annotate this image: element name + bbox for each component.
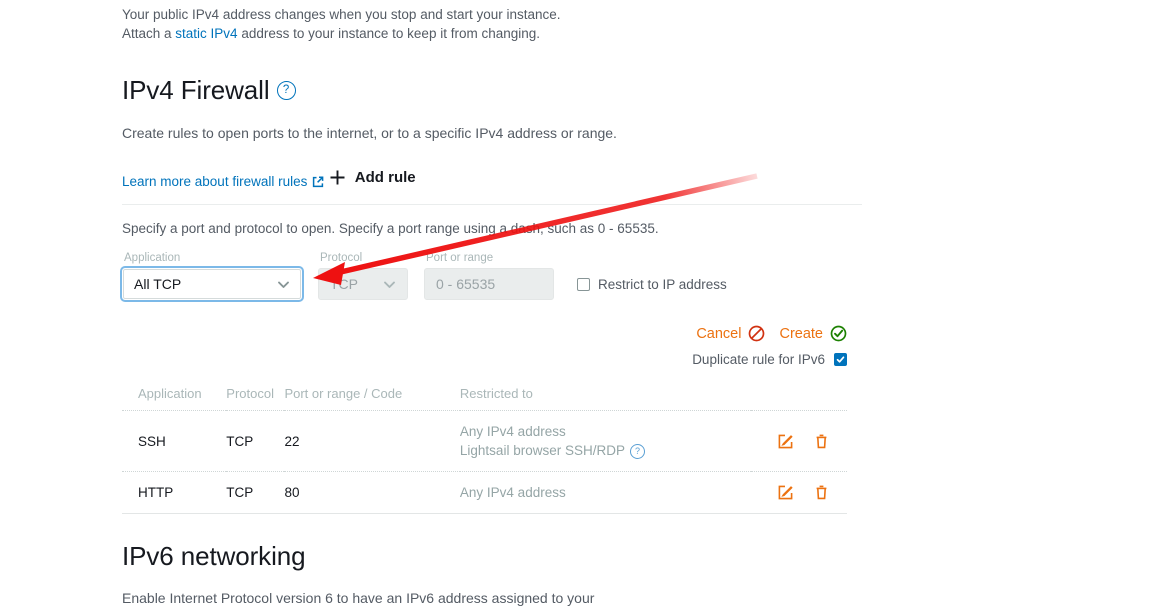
duplicate-ipv6-label: Duplicate rule for IPv6 xyxy=(692,352,825,367)
protocol-label: Protocol xyxy=(320,252,363,264)
add-rule-label: Add rule xyxy=(354,169,416,186)
column-header-port: Port or range / Code xyxy=(284,386,460,411)
external-link-icon xyxy=(312,176,324,188)
rule-form: Application All TCP Protocol TCP Port or… xyxy=(122,252,862,300)
table-row: HTTP TCP 80 Any IPv4 address xyxy=(122,471,847,514)
intro-line-1: Your public IPv4 address changes when yo… xyxy=(122,7,561,22)
protocol-select: TCP xyxy=(318,268,408,300)
static-ipv4-link[interactable]: static IPv4 xyxy=(175,26,237,41)
application-select[interactable]: All TCP xyxy=(122,268,302,300)
duplicate-ipv6-row[interactable]: Duplicate rule for IPv6 xyxy=(122,352,847,367)
form-hint: Specify a port and protocol to open. Spe… xyxy=(122,221,659,236)
trash-icon[interactable] xyxy=(813,484,830,501)
cancel-label: Cancel xyxy=(696,325,742,342)
restricted-secondary-label: Lightsail browser SSH/RDP xyxy=(459,443,625,458)
port-input: 0 - 65535 xyxy=(424,268,554,300)
page-title: IPv4 Firewall ? xyxy=(122,75,862,106)
cancel-button[interactable]: Cancel xyxy=(696,325,765,342)
restricted-primary: Any IPv4 address xyxy=(459,485,566,500)
port-field: Port or range 0 - 65535 xyxy=(408,252,554,300)
create-button[interactable]: Create xyxy=(779,325,847,342)
column-header-protocol: Protocol xyxy=(226,386,285,411)
duplicate-ipv6-checkbox[interactable] xyxy=(834,353,847,366)
intro-line-2-suffix: address to your instance to keep it from… xyxy=(237,25,540,41)
row-action-icons xyxy=(751,433,847,450)
cell-actions xyxy=(750,471,847,514)
table-row: SSH TCP 22 Any IPv4 address Lightsail br… xyxy=(122,410,847,472)
application-field: Application All TCP xyxy=(122,252,302,300)
plus-icon xyxy=(329,169,346,186)
help-icon[interactable]: ? xyxy=(276,81,296,100)
learn-more-link[interactable]: Learn more about firewall rules xyxy=(122,174,324,189)
intro-line-2-prefix: Attach a xyxy=(122,25,176,41)
intro-line-2: Attach a static IPv4 address to your ins… xyxy=(122,25,862,44)
protocol-select-wrap: TCP xyxy=(302,268,408,300)
learn-more-label: Learn more about firewall rules xyxy=(122,174,308,189)
divider xyxy=(122,204,862,205)
create-label: Create xyxy=(779,325,823,342)
column-header-restricted: Restricted to xyxy=(459,386,751,411)
column-header-actions xyxy=(750,386,847,411)
check-circle-icon xyxy=(830,325,847,342)
restricted-secondary: Lightsail browser SSH/RDP ? xyxy=(460,441,751,460)
ipv6-section-title: IPv6 networking xyxy=(122,541,306,571)
add-rule-button[interactable]: Add rule xyxy=(329,169,416,186)
section-title-text: IPv4 Firewall xyxy=(122,75,270,105)
cell-restricted-to: Any IPv4 address Lightsail browser SSH/R… xyxy=(459,410,751,472)
cell-protocol: TCP xyxy=(226,471,285,514)
row-action-icons xyxy=(751,484,847,501)
intro-paragraph: Your public IPv4 address changes when yo… xyxy=(122,0,862,43)
restricted-primary: Any IPv4 address xyxy=(459,424,566,439)
port-label: Port or range xyxy=(426,252,494,264)
cell-port: 80 xyxy=(284,471,460,514)
section-description: Create rules to open ports to the intern… xyxy=(122,125,617,141)
restrict-ip-checkbox-row[interactable]: Restrict to IP address xyxy=(577,268,727,300)
port-value: 0 - 65535 xyxy=(436,276,496,292)
protocol-value: TCP xyxy=(330,276,358,292)
cell-application: HTTP xyxy=(122,471,227,514)
firewall-rules-table: Application Protocol Port or range / Cod… xyxy=(122,386,847,514)
ipv6-section-description: Enable Internet Protocol version 6 to ha… xyxy=(122,590,595,606)
column-header-application: Application xyxy=(122,386,227,411)
cell-application: SSH xyxy=(122,410,227,472)
cell-actions xyxy=(750,410,847,472)
cell-restricted-to: Any IPv4 address xyxy=(459,471,751,514)
help-icon[interactable]: ? xyxy=(629,444,645,459)
cell-protocol: TCP xyxy=(226,410,285,472)
form-actions: Cancel Create xyxy=(122,325,847,342)
application-value: All TCP xyxy=(134,276,182,292)
restrict-ip-checkbox[interactable] xyxy=(577,277,590,291)
application-label: Application xyxy=(124,252,181,264)
edit-icon[interactable] xyxy=(777,484,794,501)
trash-icon[interactable] xyxy=(813,433,830,450)
table-header-row: Application Protocol Port or range / Cod… xyxy=(122,386,847,411)
prohibition-icon xyxy=(748,325,765,342)
cell-port: 22 xyxy=(284,410,460,472)
protocol-field: Protocol TCP xyxy=(302,252,408,300)
restrict-ip-label: Restrict to IP address xyxy=(598,276,727,292)
application-select-wrap: All TCP xyxy=(122,268,302,300)
edit-icon[interactable] xyxy=(777,433,794,450)
firewall-page: Your public IPv4 address changes when yo… xyxy=(122,0,862,608)
